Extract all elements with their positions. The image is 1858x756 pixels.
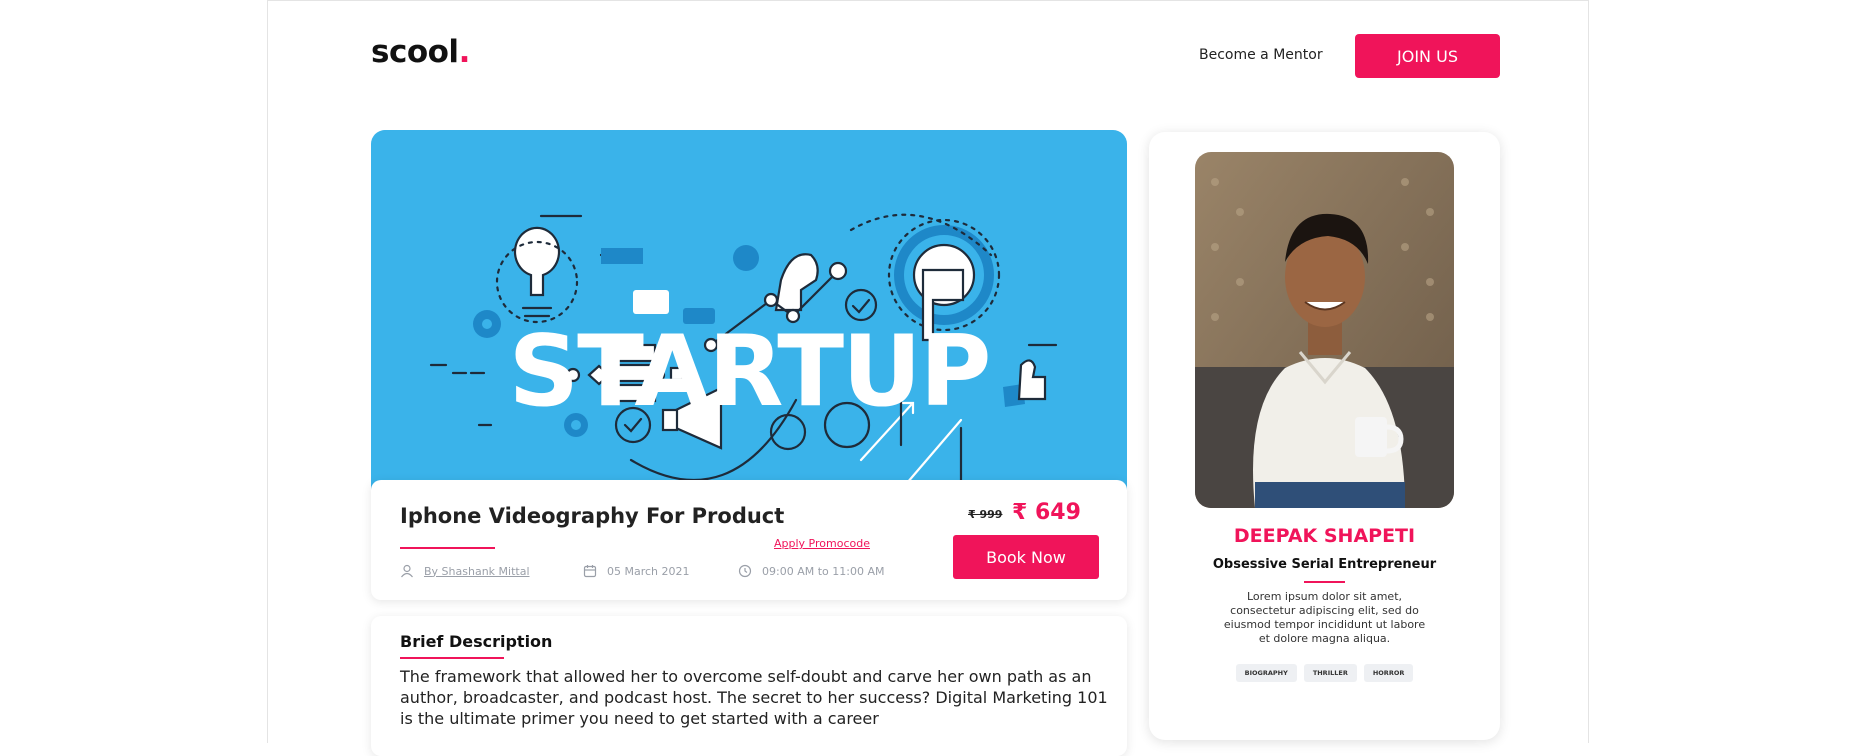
description-title: Brief Description: [400, 632, 553, 651]
logo[interactable]: scool.: [371, 34, 470, 70]
banner-word: STARTUP: [509, 315, 990, 429]
join-us-button[interactable]: JOIN US: [1355, 34, 1500, 78]
mentor-role: Obsessive Serial Entrepreneur: [1212, 557, 1437, 572]
user-icon: [401, 564, 413, 578]
course-title: Iphone Videography For Product: [400, 504, 785, 528]
role-underline: [1304, 581, 1345, 583]
mentor-name: DEEPAK SHAPETI: [1233, 525, 1416, 547]
time-text: 09:00 AM to 11:00 AM: [762, 564, 885, 578]
course-info-card: Iphone Videography For Product By Shasha…: [371, 480, 1127, 600]
become-mentor-link[interactable]: Become a Mentor: [1199, 47, 1323, 63]
clock-icon: [738, 564, 752, 578]
course-banner-image: STARTUP: [371, 130, 1127, 500]
mentor-bio: Lorem ipsum dolor sit amet, consectetur …: [1223, 590, 1426, 645]
logo-dot: .: [458, 34, 471, 70]
date-text: 05 March 2021: [607, 564, 690, 578]
logo-text: scool: [371, 34, 459, 70]
author-name: By Shashank Mittal: [424, 564, 530, 578]
mentor-tags: BIOGRAPHY THRILLER HORROR: [1149, 664, 1500, 682]
mentor-photo: [1195, 152, 1454, 508]
mentor-portrait: [1195, 152, 1454, 508]
old-price: ₹ 999: [968, 508, 1003, 521]
course-author[interactable]: By Shashank Mittal: [400, 564, 530, 578]
tag-biography[interactable]: BIOGRAPHY: [1235, 664, 1297, 682]
description-underline: [400, 657, 504, 659]
course-date: 05 March 2021: [583, 564, 690, 578]
new-price: ₹ 649: [1012, 500, 1081, 525]
title-underline: [400, 547, 495, 549]
tag-thriller[interactable]: THRILLER: [1303, 664, 1357, 682]
mentor-card: DEEPAK SHAPETI Obsessive Serial Entrepre…: [1149, 132, 1500, 740]
book-now-button[interactable]: Book Now: [953, 535, 1099, 579]
tag-horror[interactable]: HORROR: [1363, 664, 1414, 682]
apply-promocode-link[interactable]: Apply Promocode: [774, 537, 870, 550]
calendar-icon: [583, 565, 597, 578]
description-text: The framework that allowed her to overco…: [400, 667, 1108, 728]
course-time: 09:00 AM to 11:00 AM: [738, 564, 884, 578]
description-card: Brief Description The framework that all…: [371, 616, 1127, 756]
startup-illustration: STARTUP: [429, 213, 1058, 500]
